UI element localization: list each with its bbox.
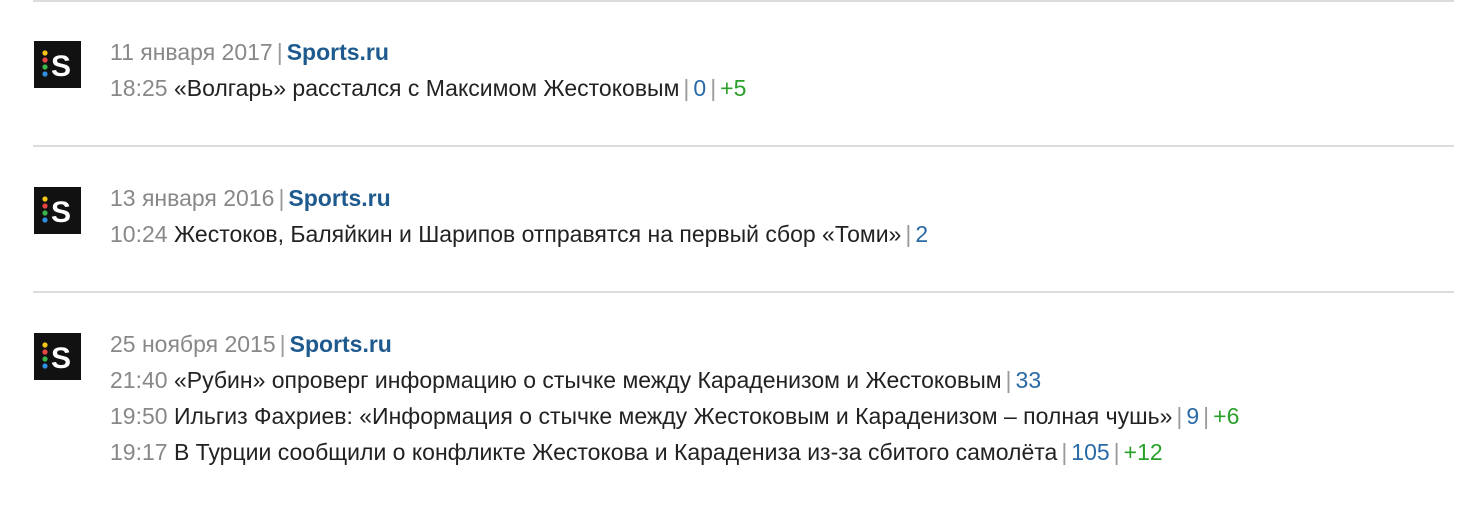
- source-link[interactable]: Sports.ru: [290, 331, 392, 357]
- comments-count-link[interactable]: 105: [1071, 439, 1109, 465]
- news-time: 10:24: [110, 221, 168, 247]
- news-title-link[interactable]: «Рубин» опроверг информацию о стычке меж…: [174, 367, 1002, 393]
- sports-ru-logo-icon[interactable]: S: [34, 187, 81, 234]
- separator: |: [279, 331, 286, 357]
- rating-value: +12: [1123, 439, 1163, 465]
- comments-count-link[interactable]: 33: [1016, 367, 1042, 393]
- source-link[interactable]: Sports.ru: [288, 185, 390, 211]
- rating-value: +6: [1213, 403, 1240, 429]
- news-group-content: 13 января 2016 | Sports.ru 10:24 Жестоков,…: [110, 180, 1440, 252]
- group-header: 11 января 2017 | Sports.ru: [110, 34, 1440, 70]
- divider: [33, 291, 1454, 293]
- news-title-link[interactable]: Жестоков, Баляйкин и Шарипов отправятся …: [174, 221, 901, 247]
- separator: |: [1061, 439, 1068, 465]
- sports-ru-logo-icon[interactable]: S: [34, 41, 81, 88]
- news-title-link[interactable]: В Турции сообщили о конфликте Жестокова …: [174, 439, 1057, 465]
- news-time: 18:25: [110, 75, 168, 101]
- sports-ru-logo-icon[interactable]: S: [34, 333, 81, 380]
- news-item: 18:25 «Волгарь» расстался с Максимом Жес…: [110, 70, 1440, 106]
- svg-text:S: S: [50, 196, 70, 229]
- rating-value: +5: [720, 75, 747, 101]
- separator: |: [905, 221, 912, 247]
- news-title-link[interactable]: Ильгиз Фахриев: «Информация о стычке меж…: [174, 403, 1172, 429]
- news-time: 21:40: [110, 367, 168, 393]
- news-feed: S 11 января 2017 | Sports.ru 18:25 «Волгар…: [0, 0, 1460, 506]
- separator: |: [1113, 439, 1120, 465]
- news-time: 19:50: [110, 403, 168, 429]
- news-date: 13 января 2016: [110, 185, 275, 211]
- separator: |: [1176, 403, 1183, 429]
- svg-text:S: S: [50, 50, 70, 83]
- separator: |: [683, 75, 690, 101]
- separator: |: [278, 185, 285, 211]
- svg-text:S: S: [50, 342, 70, 375]
- news-group-content: 11 января 2017 | Sports.ru 18:25 «Волгарь»…: [110, 34, 1440, 106]
- source-link[interactable]: Sports.ru: [287, 39, 389, 65]
- comments-count-link[interactable]: 9: [1186, 403, 1199, 429]
- news-item: 21:40 «Рубин» опроверг информацию о стыч…: [110, 362, 1440, 398]
- separator: |: [710, 75, 717, 101]
- news-date: 11 января 2017: [110, 39, 273, 65]
- separator: |: [276, 39, 283, 65]
- separator: |: [1203, 403, 1210, 429]
- news-group-content: 25 ноября 2015 | Sports.ru 21:40 «Рубин» о…: [110, 326, 1440, 470]
- news-item: 19:50 Ильгиз Фахриев: «Информация о стыч…: [110, 398, 1440, 434]
- news-time: 19:17: [110, 439, 168, 465]
- news-title-link[interactable]: «Волгарь» расстался с Максимом Жестоковы…: [174, 75, 679, 101]
- comments-count-link[interactable]: 2: [915, 221, 928, 247]
- group-header: 25 ноября 2015 | Sports.ru: [110, 326, 1440, 362]
- separator: |: [1005, 367, 1012, 393]
- divider: [33, 145, 1454, 147]
- news-item: 10:24 Жестоков, Баляйкин и Шарипов отпра…: [110, 216, 1440, 252]
- comments-count-link[interactable]: 0: [693, 75, 706, 101]
- news-date: 25 ноября 2015: [110, 331, 276, 357]
- divider: [33, 0, 1454, 2]
- group-header: 13 января 2016 | Sports.ru: [110, 180, 1440, 216]
- news-item: 19:17 В Турции сообщили о конфликте Жест…: [110, 434, 1440, 470]
